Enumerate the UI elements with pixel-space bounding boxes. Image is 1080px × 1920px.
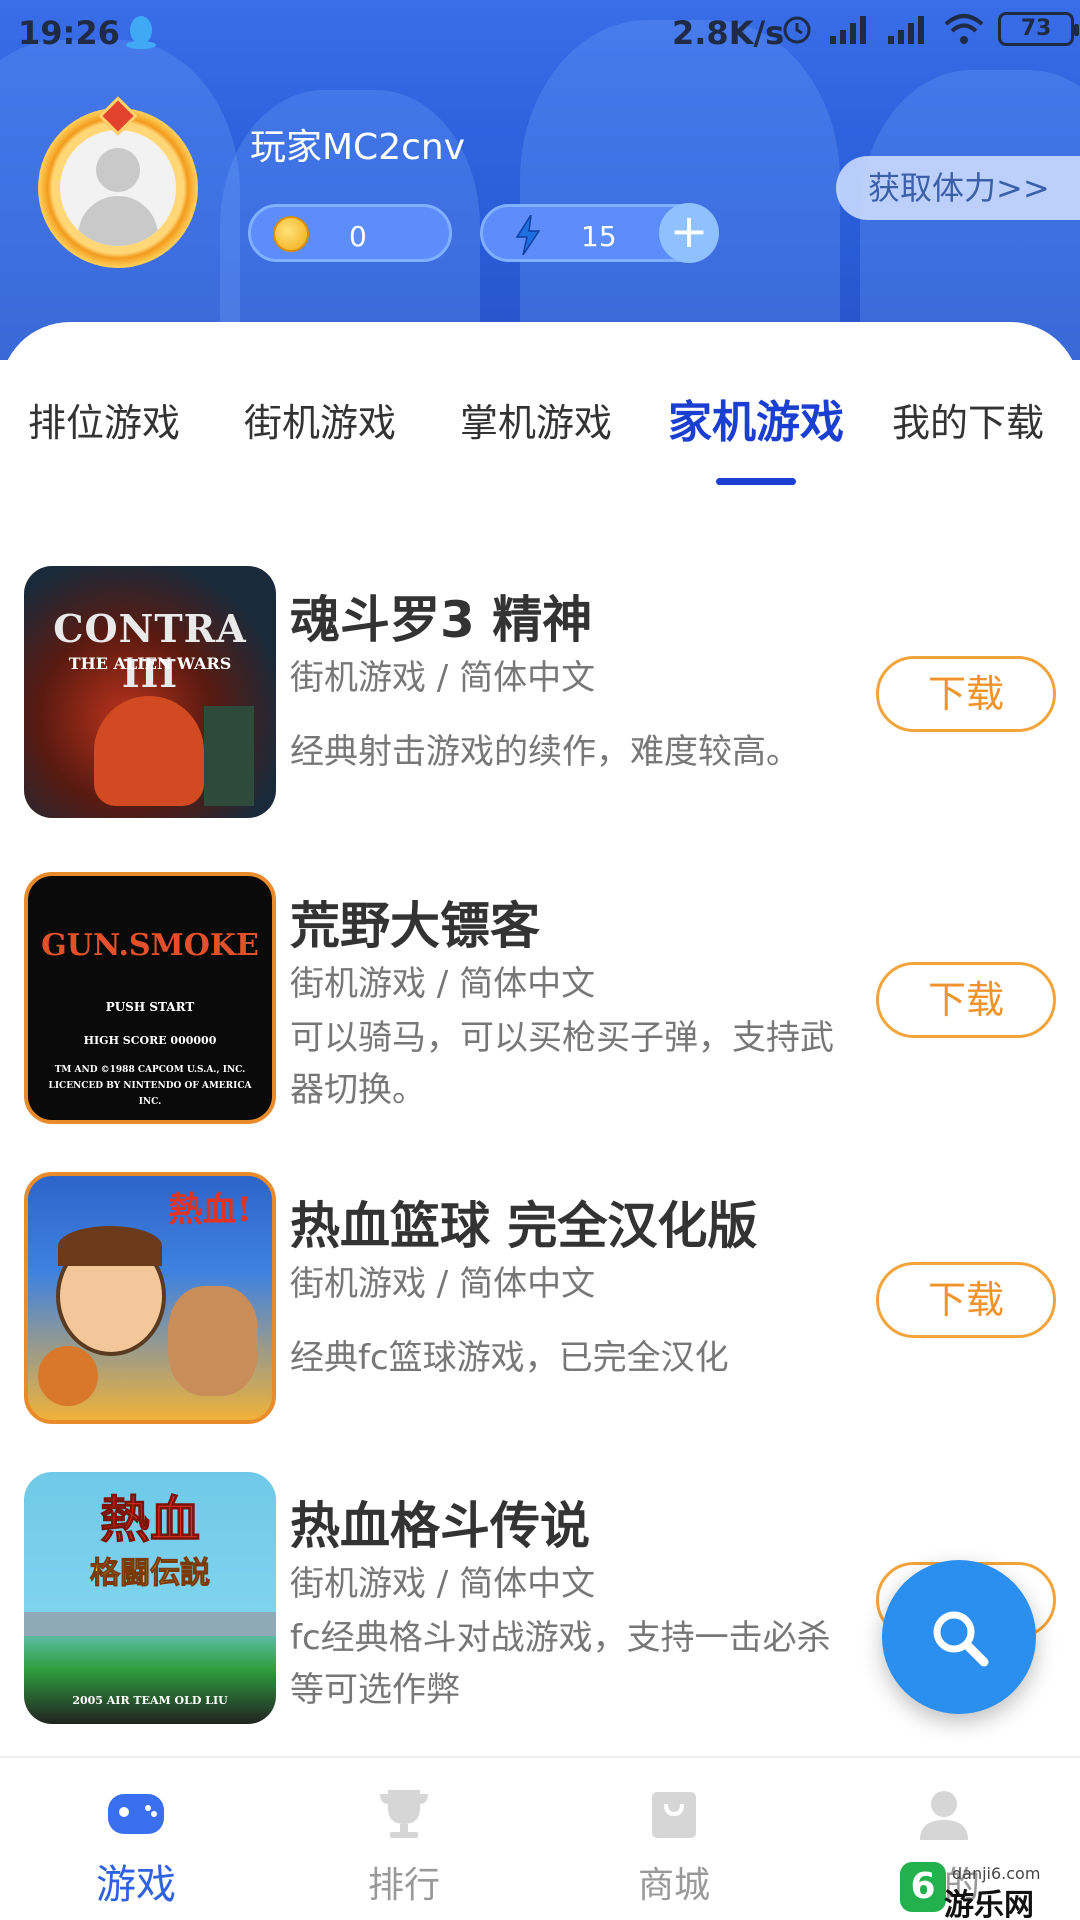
cover-subtitle: 格闘伝説 bbox=[90, 1556, 211, 1592]
game-cover: 熱血! bbox=[24, 1172, 276, 1424]
cover-footer: 2005 AIR TEAM OLD LIU bbox=[72, 1694, 228, 1707]
game-cover: CONTRA III THE ALIEN WARS bbox=[24, 566, 276, 818]
download-button[interactable]: 下载 bbox=[876, 1262, 1056, 1338]
tab-arcade-games[interactable]: 街机游戏 bbox=[244, 392, 396, 447]
nav-ranking[interactable]: 排行 bbox=[304, 1758, 504, 1920]
game-description: 经典射击游戏的续作，难度较高。 bbox=[290, 732, 800, 772]
tab-console-games[interactable]: 家机游戏 bbox=[668, 386, 844, 450]
watermark-brand: 游乐网 bbox=[944, 1888, 1034, 1920]
nav-games[interactable]: 游戏 bbox=[36, 1758, 236, 1920]
cover-title: CONTRA III bbox=[53, 606, 247, 696]
coins-value: 0 bbox=[349, 220, 367, 253]
download-button[interactable]: 下载 bbox=[876, 962, 1056, 1038]
battery-icon: 73 bbox=[998, 12, 1079, 46]
add-energy-button[interactable]: + bbox=[659, 203, 719, 263]
tab-my-downloads[interactable]: 我的下载 bbox=[892, 392, 1044, 447]
energy-balance: 15 + bbox=[480, 203, 719, 263]
game-list-item[interactable]: 熱血! 热血篮球 完全汉化版 街机游戏 / 简体中文 经典fc篮球游戏，已完全汉… bbox=[0, 1172, 1080, 1432]
user-icon bbox=[920, 1791, 968, 1840]
cover-score: HIGH SCORE 000000 bbox=[83, 1034, 217, 1047]
cover-subtitle: PUSH START bbox=[105, 1000, 195, 1014]
game-title: 热血篮球 完全汉化版 bbox=[290, 1197, 758, 1255]
status-icons: 73 bbox=[780, 12, 1079, 46]
game-title: 热血格斗传说 bbox=[290, 1497, 590, 1555]
cover-title: 熱血 bbox=[100, 1490, 201, 1550]
watermark: 6 danji6.com 游乐网 bbox=[900, 1856, 1076, 1920]
search-button[interactable] bbox=[882, 1560, 1036, 1714]
game-description: fc经典格斗对战游戏，支持一击必杀等可选作弊 bbox=[290, 1618, 831, 1710]
shopping-bag-icon bbox=[652, 1792, 696, 1838]
gamepad-icon bbox=[108, 1794, 164, 1834]
game-list-item[interactable]: CONTRA III THE ALIEN WARS 魂斗罗3 精神 街机游戏 /… bbox=[0, 566, 1080, 826]
download-button[interactable]: 下载 bbox=[876, 656, 1056, 732]
username: 玩家MC2cnv bbox=[250, 127, 466, 168]
energy-value: 15 bbox=[581, 220, 617, 253]
game-cover: 熱血 格闘伝説 2005 AIR TEAM OLD LIU bbox=[24, 1472, 276, 1724]
trophy-icon bbox=[380, 1790, 428, 1838]
game-cover: GUN.SMOKE PUSH START HIGH SCORE 000000 T… bbox=[24, 872, 276, 1124]
game-meta: 街机游戏 / 简体中文 bbox=[290, 1264, 596, 1304]
game-meta: 街机游戏 / 简体中文 bbox=[290, 964, 596, 1004]
active-tab-indicator bbox=[716, 478, 796, 485]
nav-label: 商城 bbox=[637, 1865, 710, 1906]
status-bar: 19:26 2.8K/s 73 bbox=[0, 0, 1080, 70]
coins-balance: 0 bbox=[248, 204, 452, 262]
signal-icon bbox=[888, 16, 924, 44]
game-description: 经典fc篮球游戏，已完全汉化 bbox=[290, 1338, 729, 1378]
network-speed: 2.8K/s bbox=[672, 14, 785, 52]
tab-handheld-games[interactable]: 掌机游戏 bbox=[460, 392, 612, 447]
game-list-item[interactable]: GUN.SMOKE PUSH START HIGH SCORE 000000 T… bbox=[0, 872, 1080, 1132]
watermark-logo: 6 bbox=[900, 1862, 946, 1912]
game-title: 魂斗罗3 精神 bbox=[290, 591, 593, 649]
qq-icon bbox=[126, 16, 156, 49]
tab-ranked-games[interactable]: 排位游戏 bbox=[28, 392, 180, 447]
get-energy-button[interactable]: 获取体力>> bbox=[836, 156, 1080, 220]
category-tabs: 排位游戏 街机游戏 掌机游戏 家机游戏 我的下载 bbox=[0, 392, 1080, 492]
cover-copyright: TM AND ©1988 CAPCOM U.S.A., INC. LICENCE… bbox=[48, 1065, 252, 1107]
alarm-icon bbox=[783, 16, 811, 44]
game-title: 荒野大镖客 bbox=[290, 897, 540, 955]
coin-icon bbox=[273, 216, 309, 252]
cover-title: 熱血! bbox=[168, 1190, 252, 1230]
status-time: 19:26 bbox=[18, 14, 120, 52]
game-meta: 街机游戏 / 简体中文 bbox=[290, 658, 596, 698]
wifi-icon bbox=[944, 14, 984, 44]
profile-header: 19:26 2.8K/s 73 玩家MC2cnv 0 15 + 获取体力>> bbox=[0, 0, 1080, 360]
avatar-image bbox=[60, 130, 176, 246]
nav-label: 游戏 bbox=[96, 1862, 176, 1908]
game-meta: 街机游戏 / 简体中文 bbox=[290, 1564, 596, 1604]
nav-store[interactable]: 商城 bbox=[574, 1758, 774, 1920]
nav-label: 排行 bbox=[367, 1865, 440, 1906]
search-icon bbox=[933, 1611, 989, 1667]
signal-icon bbox=[830, 16, 866, 44]
cover-subtitle: THE ALIEN WARS bbox=[68, 654, 232, 673]
lightning-icon bbox=[515, 215, 541, 255]
game-description: 可以骑马，可以买枪买子弹，支持武器切换。 bbox=[290, 1018, 834, 1110]
avatar[interactable] bbox=[38, 96, 198, 268]
cover-title: GUN.SMOKE bbox=[41, 928, 259, 963]
